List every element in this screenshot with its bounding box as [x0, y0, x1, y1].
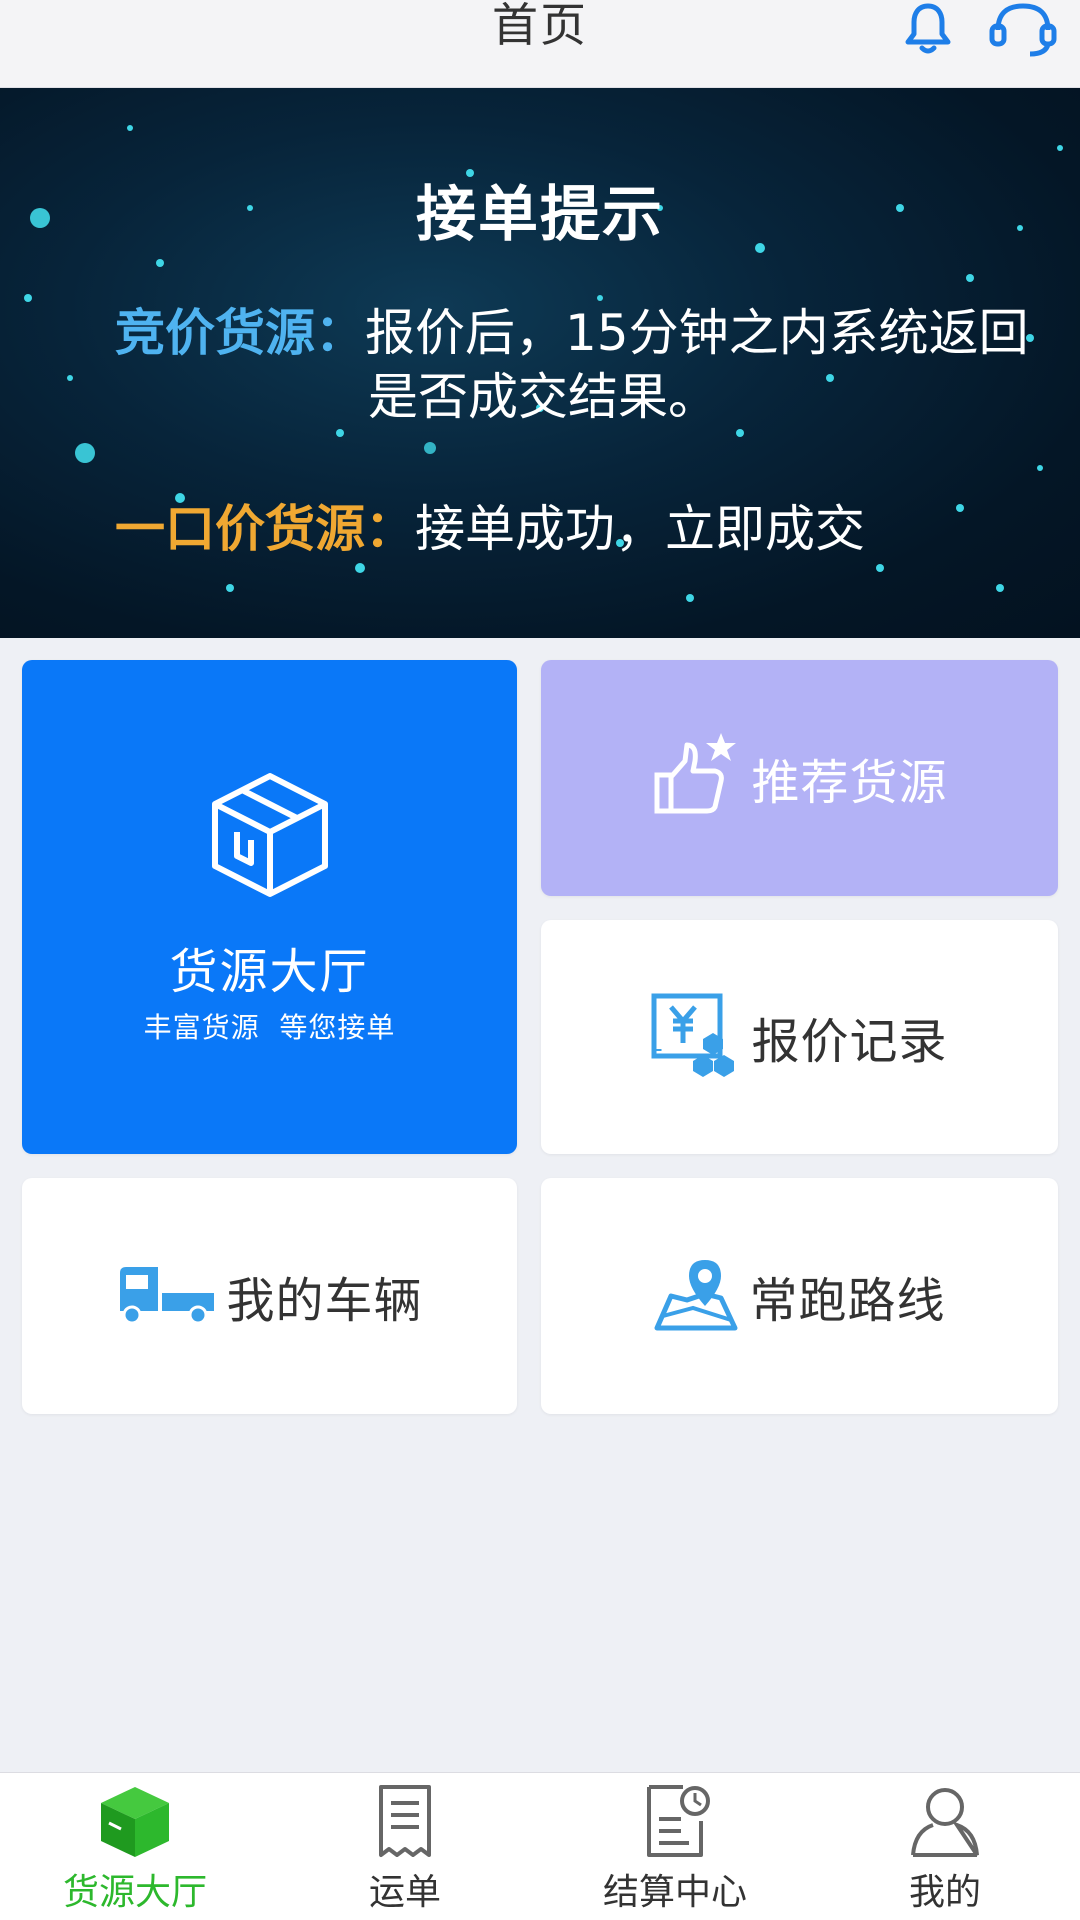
tab-label: 我的: [908, 1872, 981, 1913]
thumbs-up-star-icon: [651, 731, 741, 825]
fixed-price-label: 一口价货源：: [115, 500, 415, 558]
bid-label: 竞价货源：: [115, 304, 365, 362]
banner-title: 接单提示: [416, 180, 664, 250]
bid-text-continued: 是否成交结果。: [368, 368, 718, 426]
tab-settlement-center[interactable]: 结算中心: [540, 1773, 810, 1920]
cargo-hall-title: 货源大厅: [169, 944, 370, 1000]
truck-icon: [116, 1263, 216, 1329]
tab-label: 货源大厅: [62, 1872, 207, 1913]
tab-label: 结算中心: [602, 1872, 747, 1913]
recommended-cargo-card[interactable]: 推荐货源: [541, 660, 1058, 896]
receipt-icon: [367, 1783, 443, 1859]
cargo-hall-subtitle: 丰富货源 等您接单: [143, 1011, 396, 1044]
bid-rule-line: 竞价货源：报价后，15分钟之内系统返回: [115, 300, 1029, 366]
quote-records-label: 报价记录: [751, 1014, 948, 1070]
recommended-cargo-label: 推荐货源: [751, 755, 948, 811]
quote-record-icon: [651, 993, 741, 1081]
tab-label: 运单: [368, 1872, 441, 1913]
frequent-routes-card[interactable]: 常跑路线: [541, 1178, 1058, 1414]
top-bar: 首页: [0, 0, 1080, 88]
box-icon: [207, 770, 333, 904]
my-vehicles-card[interactable]: 我的车辆: [22, 1178, 517, 1414]
my-vehicles-label: 我的车辆: [226, 1273, 423, 1329]
fixed-price-rule-line: 一口价货源：接单成功，立即成交: [115, 496, 865, 562]
headset-icon[interactable]: [988, 0, 1057, 60]
user-icon: [907, 1783, 983, 1859]
settlement-icon: [637, 1783, 713, 1859]
bell-icon[interactable]: [898, 0, 958, 60]
frequent-routes-label: 常跑路线: [749, 1273, 946, 1329]
tab-mine[interactable]: 我的: [810, 1773, 1080, 1920]
fixed-price-text: 接单成功，立即成交: [415, 500, 865, 558]
order-tips-banner[interactable]: 接单提示 竞价货源：报价后，15分钟之内系统返回 是否成交结果。 一口价货源：接…: [0, 88, 1080, 638]
tab-cargo-hall[interactable]: 货源大厅: [0, 1773, 270, 1920]
box-icon: [97, 1783, 173, 1859]
map-pin-icon: [653, 1256, 739, 1336]
bottom-tab-bar: 货源大厅 运单 结算中心 我的: [0, 1772, 1080, 1920]
tab-waybill[interactable]: 运单: [270, 1773, 540, 1920]
bid-text: 报价后，15分钟之内系统返回: [365, 304, 1029, 362]
cargo-hall-card[interactable]: 货源大厅 丰富货源 等您接单: [22, 660, 517, 1154]
quote-records-card[interactable]: 报价记录: [541, 920, 1058, 1154]
